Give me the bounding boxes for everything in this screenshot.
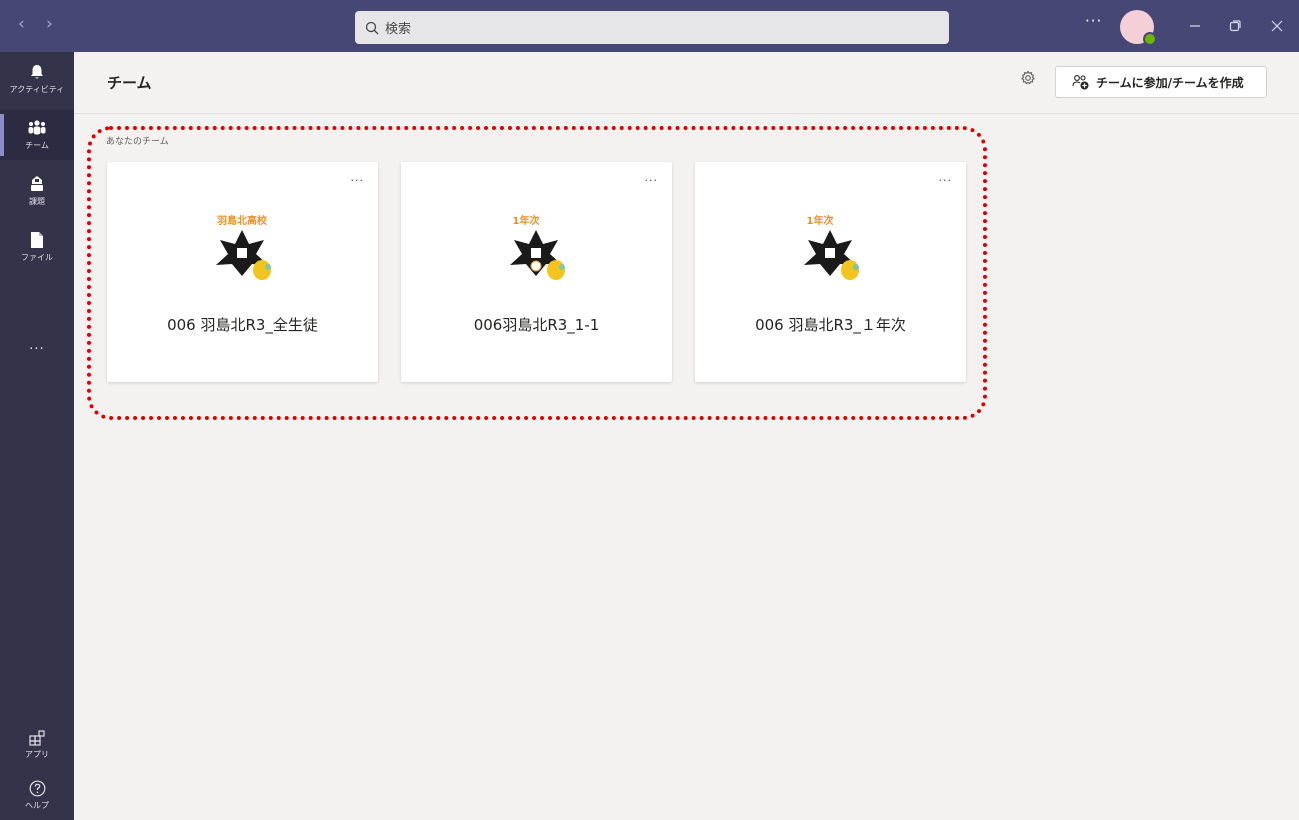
rail-item-label: アプリ (25, 750, 49, 759)
rail-item-activity[interactable]: アクティビティ (0, 54, 74, 104)
team-name: 006羽島北R3_1-1 (473, 316, 600, 334)
back-arrow-icon[interactable]: ‹ (18, 12, 25, 36)
minimize-icon[interactable] (1180, 12, 1210, 40)
rail-item-apps[interactable]: アプリ (0, 720, 74, 770)
restore-icon[interactable] (1220, 12, 1250, 40)
team-card[interactable]: ··· 1年次 006羽島北R3_1-1 (401, 162, 672, 382)
add-team-icon (1072, 75, 1089, 90)
more-options-icon[interactable]: ··· (645, 174, 659, 187)
search-icon (365, 21, 379, 34)
app-bar: アクティビティ チーム 課題 ファイル ··· アプリ ヘルプ (0, 52, 74, 820)
main-content: チーム チームに参加/チームを作成 あなたのチーム ··· 羽島北高校 006 … (74, 52, 1299, 820)
page-header: チーム チームに参加/チームを作成 (74, 52, 1299, 114)
rail-item-teams[interactable]: チーム (0, 110, 74, 160)
rail-item-assignments[interactable]: 課題 (0, 166, 74, 216)
team-logo: 羽島北高校 (216, 214, 271, 280)
more-options-icon[interactable]: ··· (1085, 12, 1102, 30)
page-title: チーム (107, 74, 152, 92)
team-logo: 1年次 (510, 214, 565, 280)
rail-item-label: チーム (25, 141, 49, 150)
more-options-icon[interactable]: ··· (351, 174, 365, 187)
join-or-create-team-button[interactable]: チームに参加/チームを作成 (1055, 66, 1267, 98)
team-name: 006 羽島北R3_全生徒 (167, 316, 318, 334)
more-options-icon[interactable]: ··· (939, 174, 953, 187)
team-logo-text: 1年次 (807, 214, 834, 227)
apps-icon (29, 730, 45, 746)
assignments-icon (31, 176, 43, 191)
team-name: 006 羽島北R3_１年次 (755, 316, 906, 334)
title-bar: ‹ › 検索 ··· (0, 0, 1299, 52)
rail-item-label: アクティビティ (9, 85, 65, 94)
rail-item-help[interactable]: ヘルプ (0, 770, 74, 820)
forward-arrow-icon[interactable]: › (46, 12, 53, 36)
join-or-create-team-label: チームに参加/チームを作成 (1096, 75, 1244, 90)
rail-item-label: 課題 (29, 197, 45, 206)
section-heading: あなたのチーム (106, 137, 169, 147)
team-card[interactable]: ··· 羽島北高校 006 羽島北R3_全生徒 (107, 162, 378, 382)
teams-icon (28, 120, 46, 135)
team-logo: 1年次 (804, 214, 859, 280)
presence-available-icon (1143, 32, 1157, 46)
bell-icon (31, 65, 43, 79)
team-card[interactable]: ··· 1年次 006 羽島北R3_１年次 (695, 162, 966, 382)
rail-item-label: ファイル (21, 253, 53, 262)
search-input[interactable]: 検索 (355, 11, 949, 44)
team-logo-text: 羽島北高校 (217, 214, 268, 227)
gear-icon[interactable] (1020, 70, 1036, 86)
rail-item-label: ヘルプ (25, 800, 49, 810)
close-icon[interactable] (1262, 12, 1292, 40)
help-icon (29, 780, 45, 796)
search-placeholder: 検索 (385, 22, 412, 37)
team-logo-text: 1年次 (513, 214, 540, 227)
more-apps-icon[interactable]: ··· (0, 342, 74, 357)
file-icon (31, 232, 43, 248)
avatar[interactable] (1120, 10, 1157, 46)
rail-item-files[interactable]: ファイル (0, 222, 74, 272)
